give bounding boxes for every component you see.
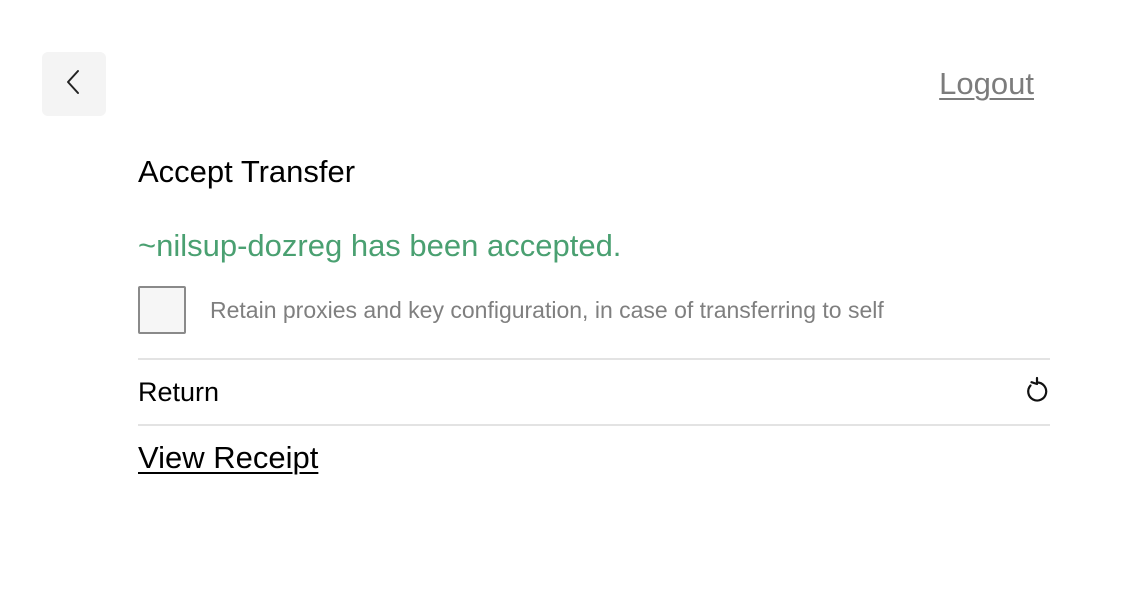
- back-button[interactable]: [42, 52, 106, 116]
- view-receipt-link[interactable]: View Receipt: [138, 440, 318, 476]
- success-message: ~nilsup-dozreg has been accepted.: [138, 228, 622, 263]
- undo-icon: [1024, 376, 1050, 409]
- return-button[interactable]: Return: [138, 358, 1050, 426]
- retain-config-checkbox[interactable]: [138, 286, 186, 334]
- retain-config-row: Retain proxies and key configuration, in…: [138, 286, 1050, 334]
- main-content: Accept Transfer ~nilsup-dozreg has been …: [138, 150, 1050, 476]
- retain-config-label: Retain proxies and key configuration, in…: [210, 296, 884, 323]
- chevron-left-icon: [64, 68, 84, 101]
- logout-link[interactable]: Logout: [939, 66, 1034, 102]
- page-title: Accept Transfer: [138, 154, 356, 189]
- return-label: Return: [138, 376, 220, 407]
